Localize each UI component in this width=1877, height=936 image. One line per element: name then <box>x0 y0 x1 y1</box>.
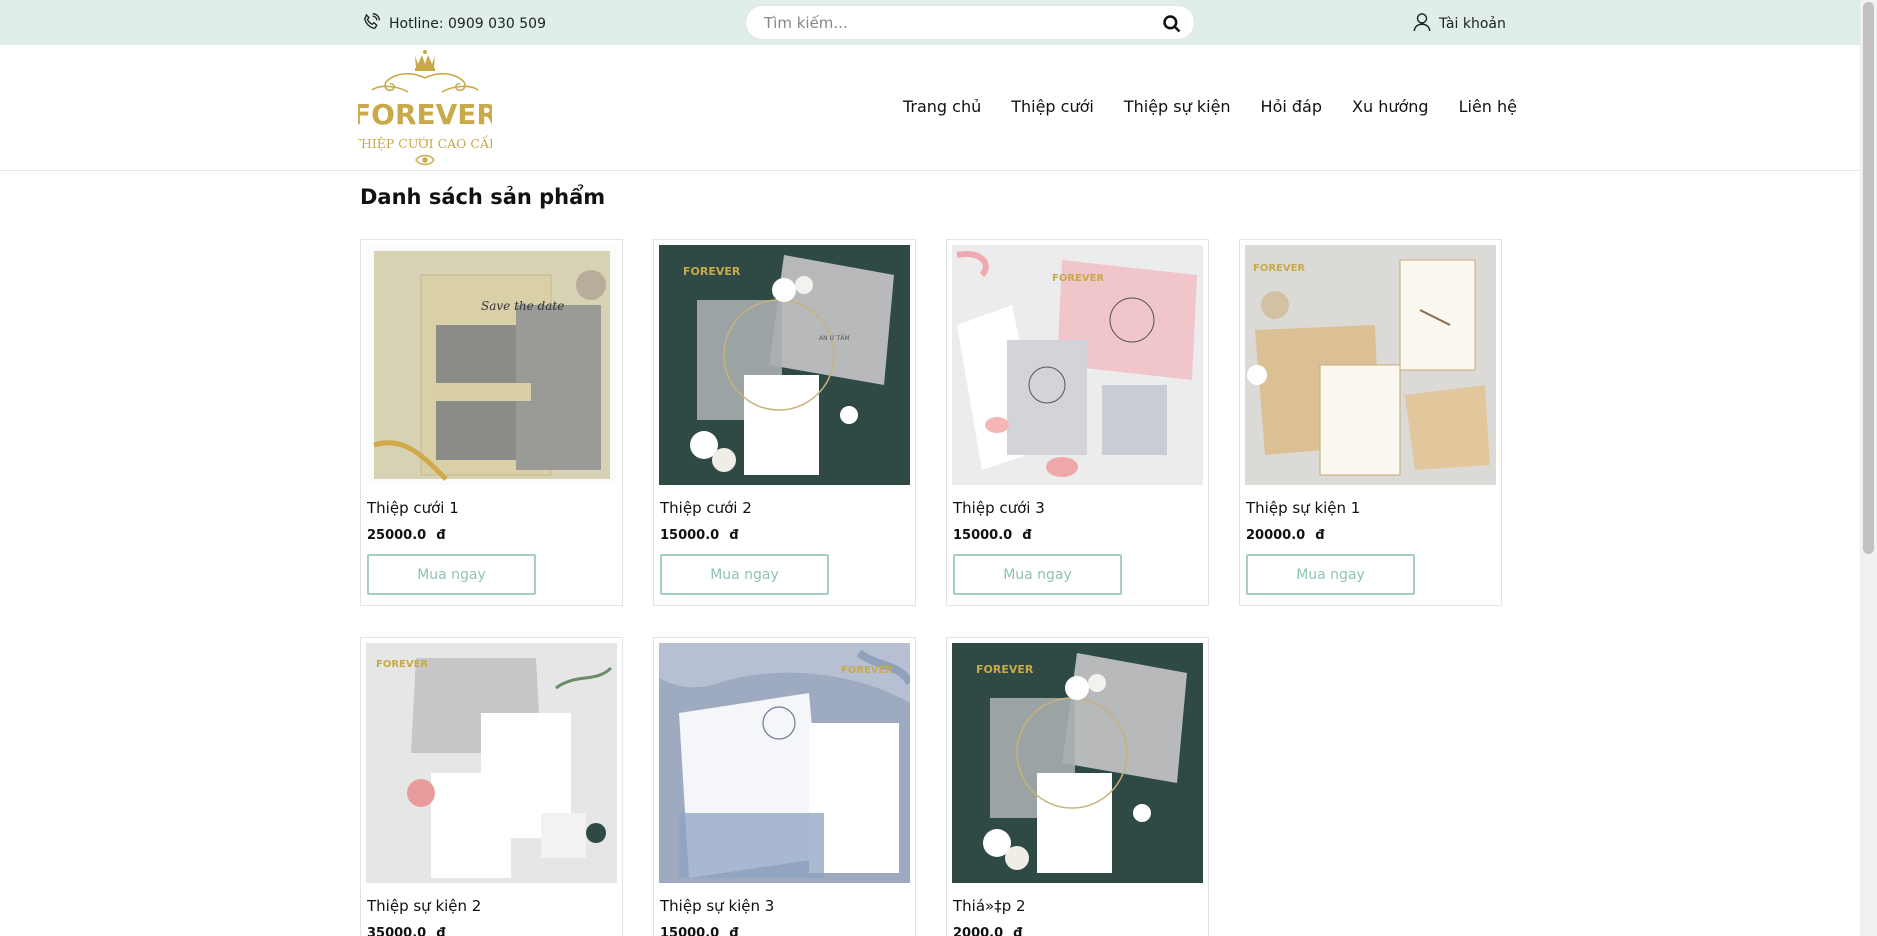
product-image[interactable]: AN Ư TẤM FOREVER <box>659 245 910 485</box>
svg-text:THIỆP CƯỚI CAO CẤP: THIỆP CƯỚI CAO CẤP <box>358 134 492 151</box>
nav-contact[interactable]: Liên hệ <box>1459 97 1517 116</box>
product-card: FOREVER Thiệp sự kiện 2 35000.0 đ <box>360 637 623 936</box>
svg-text:FOREVER: FOREVER <box>841 665 893 676</box>
phone-icon <box>361 12 381 36</box>
crown-icon <box>415 50 435 71</box>
product-image[interactable]: FOREVER <box>1245 245 1496 485</box>
search-box <box>745 5 1195 40</box>
search-input[interactable] <box>764 6 1144 39</box>
forever-logo[interactable]: FOREVER THIỆP CƯỚI CAO CẤP <box>352 46 498 172</box>
product-price: 20000.0 đ <box>1246 528 1325 543</box>
product-card: FOREVER Thiá»‡p 2 2000.0 đ <box>946 637 1209 936</box>
product-name[interactable]: Thiệp sự kiện 2 <box>367 897 481 915</box>
buy-now-button[interactable]: Mua ngay <box>953 554 1122 595</box>
product-card: FOREVER Thiệp cưới 3 15000.0 đ Mua ngay <box>946 239 1209 606</box>
user-icon <box>1413 12 1431 36</box>
product-price: 15000.0 đ <box>953 528 1032 543</box>
buy-now-button[interactable]: Mua ngay <box>660 554 829 595</box>
nav-event-cards[interactable]: Thiệp sự kiện <box>1124 97 1231 116</box>
main-nav: Trang chủ Thiệp cưới Thiệp sự kiện Hỏi đ… <box>903 97 1517 116</box>
account-label: Tài khoản <box>1439 16 1506 32</box>
product-name[interactable]: Thiá»‡p 2 <box>953 897 1026 915</box>
search-icon[interactable] <box>1162 14 1182 34</box>
hotline-text: Hotline: 0909 030 509 <box>389 16 546 32</box>
product-price: 35000.0 đ <box>367 926 446 936</box>
scrollbar-thumb[interactable] <box>1863 2 1874 554</box>
account-link[interactable]: Tài khoản <box>1413 12 1506 36</box>
nav-faq[interactable]: Hỏi đáp <box>1261 97 1322 116</box>
svg-text:Save the date: Save the date <box>481 299 564 313</box>
product-image[interactable]: FOREVER <box>366 643 617 883</box>
svg-text:FOREVER: FOREVER <box>376 659 428 670</box>
product-name[interactable]: Thiệp sự kiện 3 <box>660 897 774 915</box>
product-name[interactable]: Thiệp cưới 2 <box>660 499 752 517</box>
product-card: Save the date Thiệp cưới 1 25000.0 đ Mua … <box>360 239 623 606</box>
product-card: FOREVER Thiệp sự kiện 3 15000.0 đ <box>653 637 916 936</box>
nav-home[interactable]: Trang chủ <box>903 97 981 116</box>
svg-text:AN Ư TẤM: AN Ư TẤM <box>819 334 850 342</box>
product-image[interactable]: FOREVER <box>952 643 1203 883</box>
buy-now-button[interactable]: Mua ngay <box>1246 554 1415 595</box>
svg-text:FOREVER: FOREVER <box>358 98 492 131</box>
product-price: 15000.0 đ <box>660 926 739 936</box>
product-price: 25000.0 đ <box>367 528 446 543</box>
svg-text:FOREVER: FOREVER <box>683 265 741 278</box>
nav-trends[interactable]: Xu hướng <box>1352 97 1429 116</box>
svg-text:FOREVER: FOREVER <box>976 663 1034 676</box>
hotline[interactable]: Hotline: 0909 030 509 <box>361 12 546 36</box>
product-name[interactable]: Thiệp cưới 1 <box>367 499 459 517</box>
product-name[interactable]: Thiệp cưới 3 <box>953 499 1045 517</box>
product-image[interactable]: FOREVER <box>952 245 1203 485</box>
nav-wedding-cards[interactable]: Thiệp cưới <box>1011 97 1094 116</box>
top-bar: Hotline: 0909 030 509 Tài khoản <box>0 0 1860 45</box>
page-title: Danh sách sản phẩm <box>360 185 606 209</box>
vertical-scrollbar[interactable] <box>1860 0 1877 936</box>
buy-now-button[interactable]: Mua ngay <box>367 554 536 595</box>
product-image[interactable]: FOREVER <box>659 643 910 883</box>
svg-text:FOREVER: FOREVER <box>1052 273 1104 284</box>
svg-text:FOREVER: FOREVER <box>1253 263 1305 274</box>
product-image[interactable]: Save the date <box>366 245 617 485</box>
product-card: FOREVER Thiệp sự kiện 1 20000.0 đ Mua nga… <box>1239 239 1502 606</box>
product-name[interactable]: Thiệp sự kiện 1 <box>1246 499 1360 517</box>
product-card: AN Ư TẤM FOREVER Thiệp cưới 2 15000.0 đ M… <box>653 239 916 606</box>
product-price: 15000.0 đ <box>660 528 739 543</box>
product-price: 2000.0 đ <box>953 926 1023 936</box>
